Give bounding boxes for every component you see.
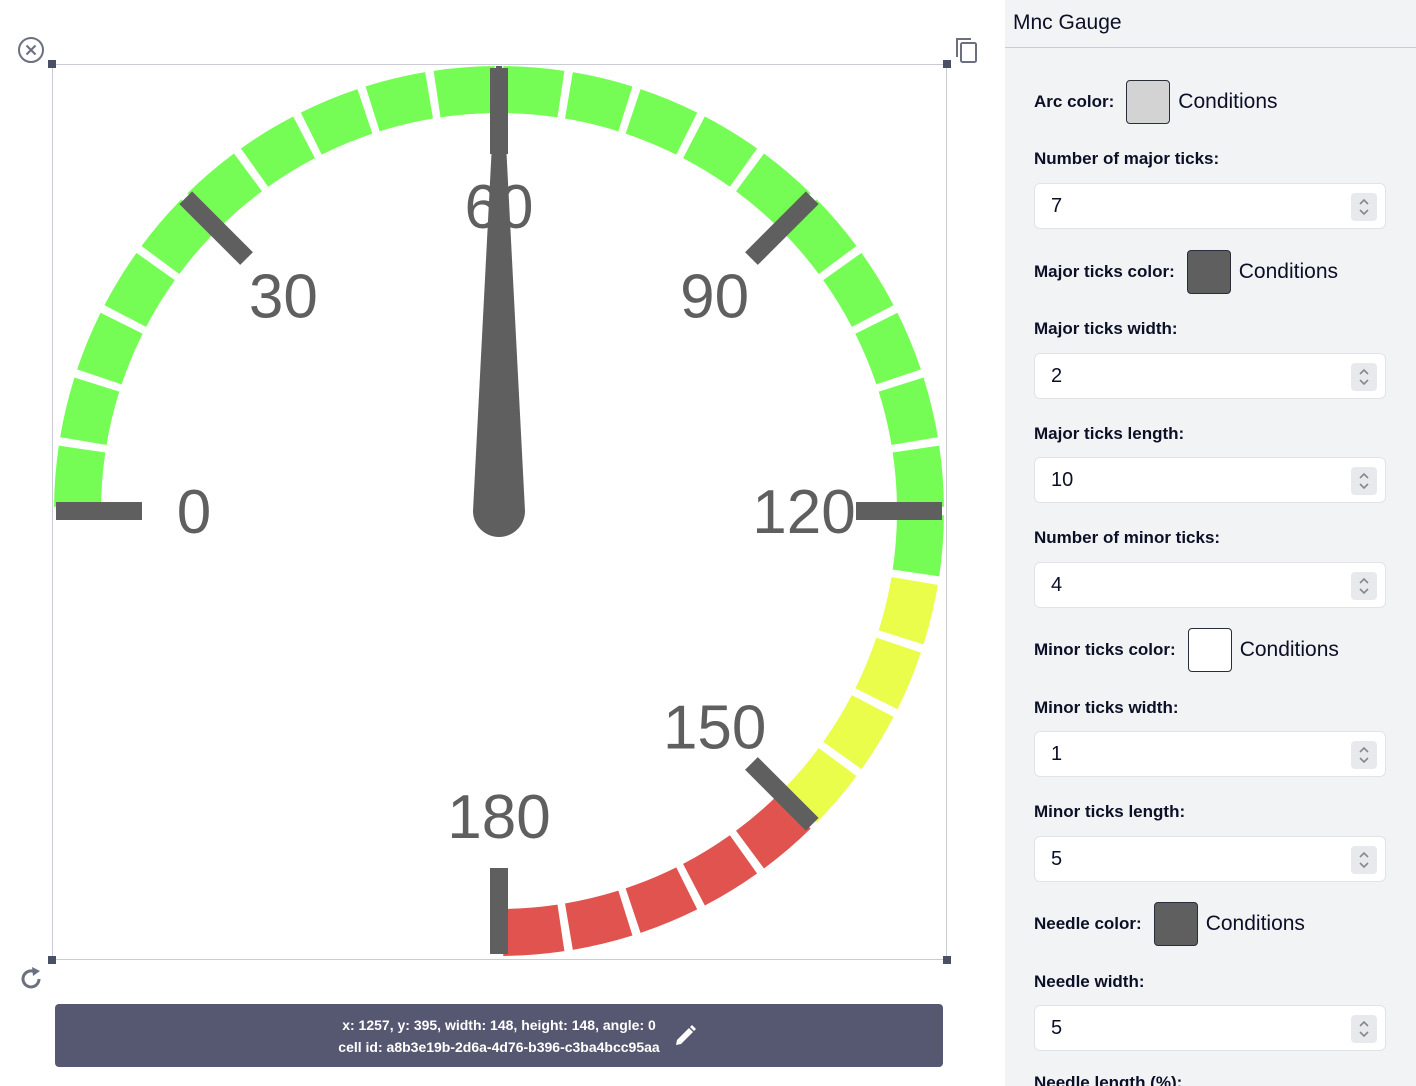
needle-width-value: 5 (1051, 1016, 1063, 1039)
minor-ticks-length-stepper[interactable] (1351, 846, 1377, 874)
major-ticks-width-label: Major ticks width: (1034, 319, 1178, 338)
minor-ticks-number-value: 4 (1051, 573, 1063, 596)
needle-width-stepper[interactable] (1351, 1015, 1377, 1043)
minor-ticks-width-stepper[interactable] (1351, 741, 1377, 769)
geometry-readout: x: 1257, y: 395, width: 148, height: 148… (342, 1016, 656, 1033)
major-ticks-number-input[interactable]: 7 (1034, 183, 1386, 229)
close-circle-icon[interactable] (16, 35, 46, 65)
resize-handle-top-right[interactable] (943, 60, 951, 68)
pencil-icon[interactable] (673, 1024, 697, 1048)
arc-color-row: Arc color: Conditions (1034, 80, 1278, 124)
major-ticks-width-value: 2 (1051, 364, 1063, 387)
minor-ticks-length-label: Minor ticks length: (1034, 802, 1186, 821)
minor-ticks-width-label: Minor ticks width: (1034, 698, 1179, 717)
major-ticks-color-label: Major ticks color: (1034, 262, 1175, 281)
arc-color-conditions-link[interactable]: Conditions (1178, 90, 1277, 114)
arc-color-label: Arc color: (1034, 92, 1115, 111)
minor-ticks-number-label: Number of minor ticks: (1034, 528, 1221, 547)
major-ticks-number-stepper[interactable] (1351, 193, 1377, 221)
selection-info-bar: x: 1257, y: 395, width: 148, height: 148… (55, 1004, 943, 1067)
major-ticks-length-stepper[interactable] (1351, 467, 1377, 495)
arc-color-swatch[interactable] (1126, 80, 1171, 124)
panel-divider (1005, 47, 1416, 48)
needle-color-conditions-link[interactable]: Conditions (1206, 912, 1305, 936)
minor-ticks-width-input[interactable]: 1 (1034, 731, 1386, 777)
major-ticks-color-swatch[interactable] (1186, 250, 1231, 294)
minor-ticks-width-value: 1 (1051, 742, 1063, 765)
major-ticks-length-value: 10 (1051, 468, 1074, 491)
minor-ticks-length-input[interactable]: 5 (1034, 836, 1386, 882)
major-ticks-length-label: Major ticks length: (1034, 424, 1185, 443)
major-ticks-width-input[interactable]: 2 (1034, 353, 1386, 399)
major-ticks-length-input[interactable]: 10 (1034, 457, 1386, 503)
minor-ticks-color-conditions-link[interactable]: Conditions (1240, 638, 1339, 662)
needle-color-swatch[interactable] (1153, 902, 1198, 946)
needle-width-input[interactable]: 5 (1034, 1005, 1386, 1051)
needle-length-label: Needle length (%): (1034, 1073, 1183, 1086)
selection-frame (52, 64, 947, 960)
properties-panel: Mnc Gauge Arc color: Conditions Number o… (1005, 0, 1416, 1086)
resize-handle-top-left[interactable] (48, 60, 56, 68)
copy-icon[interactable] (951, 35, 981, 65)
needle-color-row: Needle color: Conditions (1034, 902, 1305, 946)
canvas-area[interactable]: 0306090120150180 x: 1257, y: 395, width:… (0, 0, 1005, 1086)
needle-color-label: Needle color: (1034, 914, 1142, 933)
cell-id-readout: cell id: a8b3e19b-2d6a-4d76-b396-c3ba4bc… (338, 1038, 660, 1055)
rotate-icon[interactable] (16, 964, 46, 994)
major-ticks-color-row: Major ticks color: Conditions (1034, 250, 1338, 294)
needle-width-label: Needle width: (1034, 972, 1145, 991)
major-ticks-number-value: 7 (1051, 194, 1063, 217)
minor-ticks-color-label: Minor ticks color: (1034, 640, 1176, 659)
resize-handle-bottom-right[interactable] (943, 956, 951, 964)
panel-title: Mnc Gauge (1013, 11, 1122, 34)
major-ticks-color-conditions-link[interactable]: Conditions (1239, 260, 1338, 284)
minor-ticks-color-swatch[interactable] (1187, 628, 1232, 672)
minor-ticks-length-value: 5 (1051, 847, 1063, 870)
minor-ticks-number-input[interactable]: 4 (1034, 562, 1386, 608)
resize-handle-bottom-left[interactable] (48, 956, 56, 964)
minor-ticks-color-row: Minor ticks color: Conditions (1034, 628, 1339, 672)
major-ticks-width-stepper[interactable] (1351, 363, 1377, 391)
major-ticks-number-label: Number of major ticks: (1034, 149, 1220, 168)
minor-ticks-number-stepper[interactable] (1351, 572, 1377, 600)
